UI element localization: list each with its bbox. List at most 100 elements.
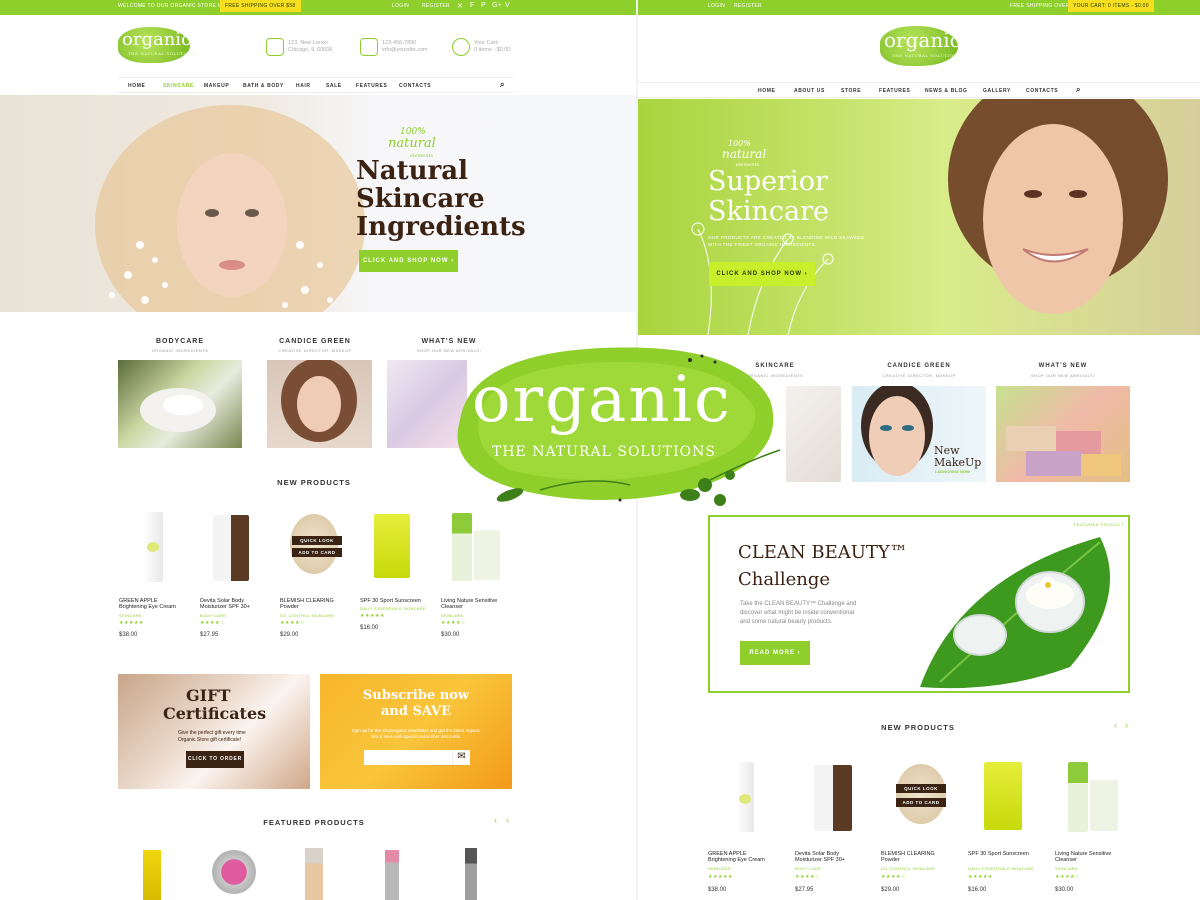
product-3-name2[interactable]: Powder — [280, 604, 299, 611]
product-4-cat[interactable]: DAILY ESSENTIALS SKINCARE — [360, 606, 426, 611]
product-5-name2[interactable]: Cleanser — [441, 604, 463, 611]
featured-prev-arrow[interactable]: ‹ — [494, 815, 497, 825]
featured-product-2[interactable] — [212, 850, 256, 894]
mail-icon — [360, 38, 378, 56]
featured-product-3[interactable] — [305, 848, 323, 900]
rnav-features[interactable]: FEATURES — [879, 88, 910, 94]
bodycare-image[interactable] — [118, 360, 242, 448]
rproduct-image-3[interactable] — [896, 764, 946, 824]
add-to-card-button[interactable]: ADD TO CARD — [292, 548, 342, 557]
gift-banner[interactable]: GIFT Certificates Give the perfect gift … — [118, 674, 310, 789]
facebook-icon[interactable]: f — [470, 2, 475, 9]
nav-makeup[interactable]: MAKEUP — [204, 83, 229, 89]
rwhats-new-image[interactable] — [996, 386, 1130, 482]
rskincare-image[interactable] — [786, 386, 841, 482]
rproduct-4-cat[interactable]: DAILY ESSENTIALS SKINCARE — [968, 866, 1034, 871]
right-search-icon[interactable]: ⌕ — [1076, 85, 1081, 95]
nav-contacts[interactable]: CONTACTS — [399, 83, 431, 89]
nav-skincare[interactable]: SKINCARE — [163, 83, 194, 89]
nav-home[interactable]: HOME — [128, 83, 145, 89]
rproduct-3-stars: ★★★★☆ — [881, 874, 906, 880]
product-image-5b[interactable] — [474, 518, 500, 580]
featured-product-5[interactable] — [465, 848, 477, 900]
rquick-look-button[interactable]: QUICK LOOK — [896, 784, 946, 793]
send-mail-icon[interactable]: ✉ — [452, 750, 470, 765]
hero-cta-button[interactable]: CLICK AND SHOP NOW › — [359, 250, 458, 272]
right-cart-badge[interactable]: YOUR CART: 0 ITEMS - $0.00 — [1068, 0, 1154, 12]
rnav-news[interactable]: NEWS & BLOG — [925, 88, 967, 94]
product-4-name1[interactable]: SPF 30 Sport Sunscreen — [360, 598, 421, 605]
nav-features[interactable]: FEATURES — [356, 83, 387, 89]
email-text[interactable]: info@yoursite.com — [382, 47, 428, 54]
featured-product-4[interactable] — [385, 850, 399, 900]
rproduct-3-cat[interactable]: OIL CONTROL SKINCARE — [881, 866, 935, 871]
rproduct-5-cat[interactable]: SKINCARE — [1055, 866, 1078, 871]
product-5-cat[interactable]: SKINCARE — [441, 613, 464, 618]
rproduct-image-2[interactable] — [814, 765, 852, 831]
rproduct-1-cat[interactable]: SKINCARE — [708, 866, 731, 871]
rproduct-5-name2[interactable]: Cleanser — [1055, 857, 1077, 864]
register-link[interactable]: REGISTER — [422, 3, 450, 9]
nav-bath-body[interactable]: BATH & BODY — [243, 83, 284, 89]
rproduct-2-name2[interactable]: Moisturizer SPF 30+ — [795, 857, 845, 864]
product-image-1[interactable] — [143, 512, 163, 582]
rmakeup-image[interactable]: New MakeUp LAUNCHING NOW — [852, 386, 986, 482]
rproduct-2-cat[interactable]: BODY CARE — [795, 866, 821, 871]
login-link[interactable]: LOGIN — [392, 3, 409, 9]
vimeo-icon[interactable]: v — [505, 2, 510, 9]
product-1-name2[interactable]: Brightening Eye Cream — [119, 604, 176, 611]
right-register-link[interactable]: REGISTER — [734, 3, 762, 9]
rnav-contacts[interactable]: CONTACTS — [1026, 88, 1058, 94]
right-prev-arrow[interactable]: ‹ — [1114, 720, 1117, 730]
rproduct-image-5[interactable] — [1068, 762, 1088, 832]
left-hero: 100% natural elements Natural Skincare I… — [0, 95, 636, 312]
quick-look-button[interactable]: QUICK LOOK — [292, 536, 342, 545]
product-4-price: $16.00 — [360, 625, 379, 631]
search-icon[interactable]: ⌕ — [500, 80, 505, 90]
product-image-4[interactable] — [374, 514, 410, 578]
banner-text2: discover what might be inside convention… — [740, 610, 855, 616]
rproduct-1-name2[interactable]: Brightening Eye Cream — [708, 857, 765, 864]
hero-line2: Skincare — [356, 184, 485, 214]
featured-product-1[interactable] — [143, 850, 161, 900]
gift-order-button[interactable]: CLICK TO ORDER — [186, 751, 244, 768]
new-products-title: NEW PRODUCTS — [277, 478, 351, 487]
rproduct-image-4[interactable] — [984, 762, 1022, 830]
product-image-5[interactable] — [452, 513, 472, 581]
product-1-stars: ★★★★★ — [119, 620, 144, 626]
product-2-cat[interactable]: BODY CARE — [200, 613, 226, 618]
read-more-button[interactable]: READ MORE › — [740, 641, 810, 665]
rnav-about[interactable]: ABOUT US — [794, 88, 825, 94]
radd-to-card-button[interactable]: ADD TO CARD — [896, 798, 946, 807]
rproduct-5-price: $30.00 — [1055, 887, 1074, 893]
nav-hair[interactable]: HAIR — [296, 83, 311, 89]
subscribe-email-input[interactable] — [364, 750, 452, 765]
rproduct-image-5b[interactable] — [1090, 767, 1118, 831]
rproduct-3-name2[interactable]: Powder — [881, 857, 900, 864]
right-next-arrow[interactable]: › — [1125, 720, 1128, 730]
twitter-icon[interactable]: ✕ — [457, 2, 463, 10]
cart-icon[interactable] — [452, 38, 470, 56]
rproduct-2-price: $27.95 — [795, 887, 814, 893]
right-hero-cta-button[interactable]: CLICK AND SHOP NOW › — [709, 262, 815, 286]
nav-sale[interactable]: SALE — [326, 83, 342, 89]
rnav-home[interactable]: HOME — [758, 88, 775, 94]
product-image-2[interactable] — [213, 515, 249, 581]
product-3-cat[interactable]: OIL CONTROL SKINCARE — [280, 613, 334, 618]
pinterest-icon[interactable]: p — [481, 2, 486, 9]
rnav-store[interactable]: STORE — [841, 88, 861, 94]
right-login-link[interactable]: LOGIN — [708, 3, 725, 9]
clean-beauty-banner[interactable]: FEATURED PRODUCT CLEAN BEAUTY™ Challenge… — [708, 515, 1130, 693]
product-2-name2[interactable]: Moisturizer SPF 30+ — [200, 604, 250, 611]
product-1-cat[interactable]: SKINCARE — [119, 613, 142, 618]
rcat-sub-candice: CREATIVE DIRECTOR, MAKEUP — [882, 373, 956, 378]
cart-value[interactable]: 0 items - $0.00 — [474, 47, 510, 54]
right-logo-tagline: THE NATURAL SOLUTIONS — [892, 53, 961, 58]
center-logo-tagline: THE NATURAL SOLUTIONS — [492, 444, 716, 460]
rproduct-image-1[interactable] — [736, 762, 754, 832]
rproduct-4-name1[interactable]: SPF 30 Sport Sunscreen — [968, 851, 1029, 858]
featured-next-arrow[interactable]: › — [506, 815, 509, 825]
google-plus-icon[interactable]: g+ — [492, 2, 502, 9]
candice-image[interactable] — [267, 360, 372, 448]
rnav-gallery[interactable]: GALLERY — [983, 88, 1011, 94]
